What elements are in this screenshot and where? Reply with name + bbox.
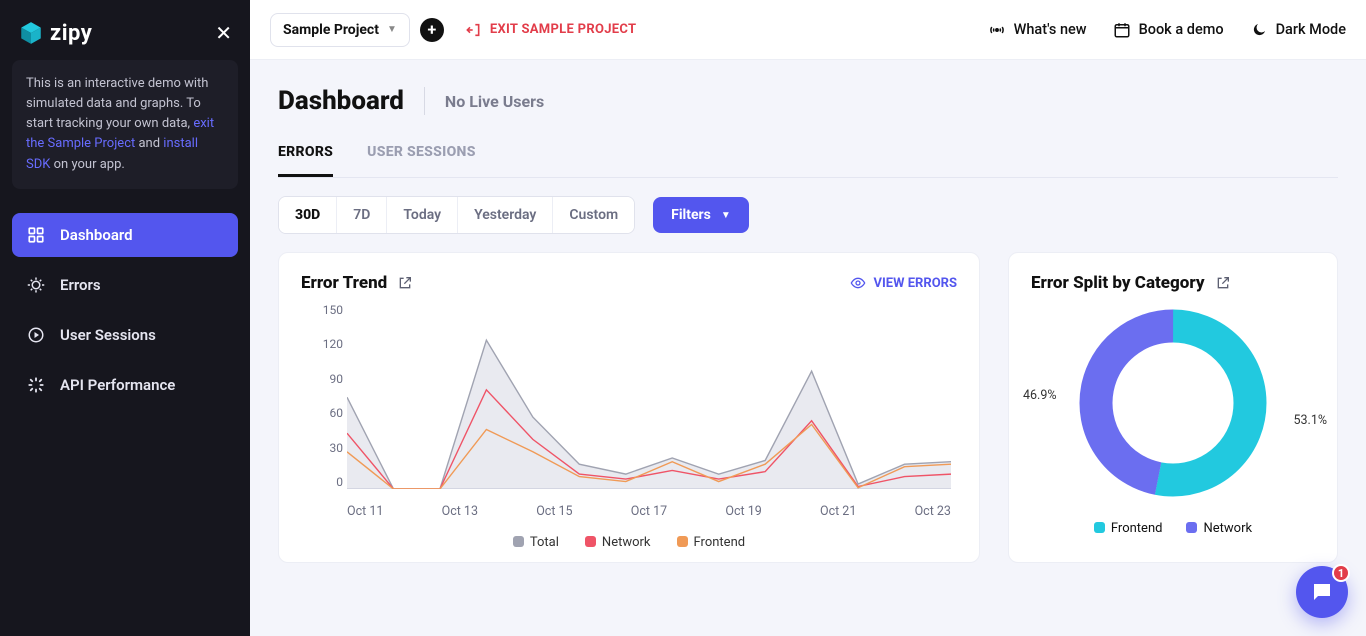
card-error-trend: Error Trend VIEW ERRORS 1501209060300 Oc… (278, 252, 980, 563)
legend-network: Network (1186, 521, 1252, 536)
chevron-down-icon: ▼ (387, 24, 397, 35)
legend-frontend: Frontend (1094, 521, 1163, 536)
topbar: Sample Project ▼ + EXIT SAMPLE PROJECT W… (250, 0, 1366, 60)
eye-icon (850, 275, 866, 291)
sidebar-item-api-performance[interactable]: API Performance (12, 363, 238, 407)
divider (424, 87, 425, 115)
donut-right-label: 53.1% (1293, 413, 1327, 428)
play-circle-icon (26, 325, 46, 345)
cube-icon (18, 20, 44, 46)
brand-name: zipy (50, 21, 92, 46)
chat-badge: 1 (1332, 564, 1350, 582)
time-range-segmented: 30D 7D Today Yesterday Custom (278, 196, 635, 234)
brand-logo[interactable]: zipy (18, 20, 92, 46)
close-icon[interactable]: ✕ (215, 21, 232, 45)
whats-new-link[interactable]: What's new (988, 21, 1087, 39)
sidebar-item-label: API Performance (60, 376, 175, 394)
book-demo-link[interactable]: Book a demo (1113, 21, 1224, 39)
calendar-icon (1113, 21, 1131, 39)
live-users: No Live Users (445, 92, 544, 111)
donut-left-label: 46.9% (1023, 388, 1057, 403)
chat-button[interactable]: 1 (1296, 566, 1348, 618)
open-external-icon[interactable] (397, 275, 413, 291)
sidebar: zipy ✕ This is an interactive demo with … (0, 0, 250, 636)
tab-errors[interactable]: ERRORS (278, 144, 333, 177)
filters-button[interactable]: Filters ▼ (653, 197, 749, 233)
sidebar-item-errors[interactable]: Errors (12, 263, 238, 307)
range-custom[interactable]: Custom (553, 197, 634, 233)
dashboard-icon (26, 225, 46, 245)
range-30d[interactable]: 30D (279, 197, 337, 233)
range-today[interactable]: Today (387, 197, 458, 233)
chevron-down-icon: ▼ (721, 210, 731, 221)
view-errors-link[interactable]: VIEW ERRORS (850, 275, 957, 291)
exit-sample-label: EXIT SAMPLE PROJECT (490, 22, 637, 37)
moon-icon (1250, 21, 1268, 39)
sidebar-item-label: Errors (60, 276, 101, 294)
demo-note-text: This is an interactive demo with simulat… (26, 76, 208, 131)
dark-mode-toggle[interactable]: Dark Mode (1250, 21, 1346, 39)
project-name: Sample Project (283, 22, 379, 38)
range-yesterday[interactable]: Yesterday (458, 197, 553, 233)
range-7d[interactable]: 7D (337, 197, 387, 233)
error-split-donut (1063, 293, 1283, 513)
broadcast-icon (988, 21, 1006, 39)
card-title: Error Split by Category (1031, 273, 1205, 293)
exit-icon (466, 22, 482, 38)
sidebar-item-label: Dashboard (60, 226, 133, 244)
chat-icon (1310, 580, 1334, 604)
spinner-icon (26, 375, 46, 395)
project-select[interactable]: Sample Project ▼ (270, 13, 410, 47)
sidebar-item-user-sessions[interactable]: User Sessions (12, 313, 238, 357)
sidebar-item-label: User Sessions (60, 326, 156, 344)
add-project-button[interactable]: + (420, 18, 444, 42)
error-trend-chart: 1501209060300 Oct 11Oct 13Oct 15Oct 17Oc… (301, 299, 957, 529)
demo-note: This is an interactive demo with simulat… (12, 60, 238, 189)
tab-user-sessions[interactable]: USER SESSIONS (367, 144, 476, 177)
page-title: Dashboard (278, 86, 404, 116)
bug-icon (26, 275, 46, 295)
nav-list: Dashboard Errors User Sessions API Perfo… (12, 213, 238, 407)
sidebar-item-dashboard[interactable]: Dashboard (12, 213, 238, 257)
card-error-split: Error Split by Category 46.9% 53.1% Fron… (1008, 252, 1338, 563)
exit-sample-button[interactable]: EXIT SAMPLE PROJECT (466, 22, 637, 38)
card-title: Error Trend (301, 273, 387, 293)
open-external-icon[interactable] (1215, 275, 1231, 291)
